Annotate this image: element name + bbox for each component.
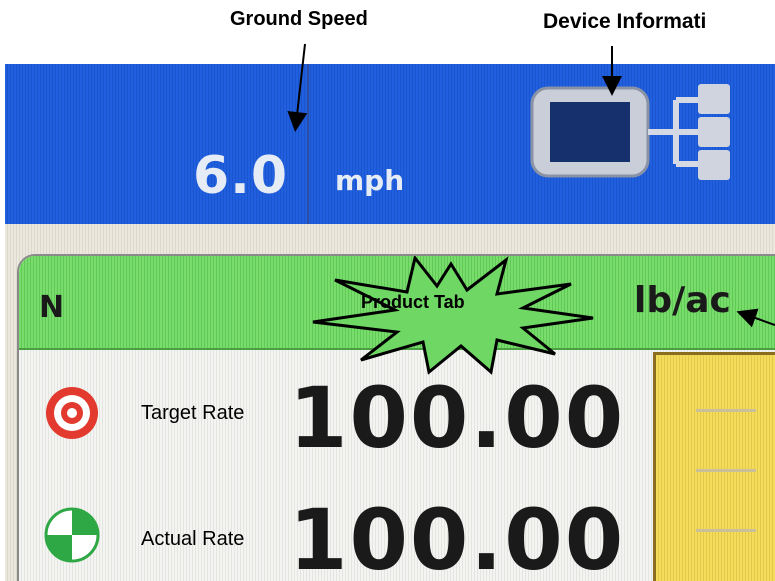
- rate-bar-gauge: [653, 352, 775, 581]
- product-tab[interactable]: N Product Tab lb/ac: [19, 256, 775, 375]
- device-information-callout: Device Informati: [543, 10, 707, 33]
- product-tab-callout: Product Tab: [361, 292, 465, 312]
- main-content: N Product Tab lb/ac Target Rate 100.00 A…: [5, 224, 775, 581]
- product-unit: lb/ac: [634, 280, 731, 321]
- target-rate-row: Target Rate 100.00: [19, 352, 659, 472]
- status-bar: 6.0 mph: [5, 64, 775, 224]
- target-rate-label: Target Rate: [141, 402, 245, 424]
- speed-value: 6.0: [193, 146, 289, 206]
- ground-speed-readout: 6.0 mph: [5, 64, 404, 224]
- actual-rate-value: 100.00: [289, 491, 626, 581]
- actual-rate-label: Actual Rate: [141, 528, 245, 550]
- target-rate-value: 100.00: [289, 369, 626, 467]
- actual-rate-icon: [43, 506, 101, 569]
- actual-rate-row: Actual Rate 100.00: [19, 476, 659, 581]
- gauge-tick: [696, 409, 756, 412]
- target-icon: [43, 384, 101, 447]
- speed-unit: mph: [335, 164, 405, 197]
- display-screen: 6.0 mph N Product Tab lb/ac Target Rate …: [5, 64, 775, 581]
- product-name: N: [39, 290, 65, 325]
- ground-speed-callout: Ground Speed: [230, 8, 368, 30]
- gauge-tick: [696, 469, 756, 472]
- device-information-icon[interactable]: [530, 72, 775, 207]
- gauge-tick: [696, 529, 756, 532]
- product-panel: N Product Tab lb/ac Target Rate 100.00 A…: [17, 254, 775, 581]
